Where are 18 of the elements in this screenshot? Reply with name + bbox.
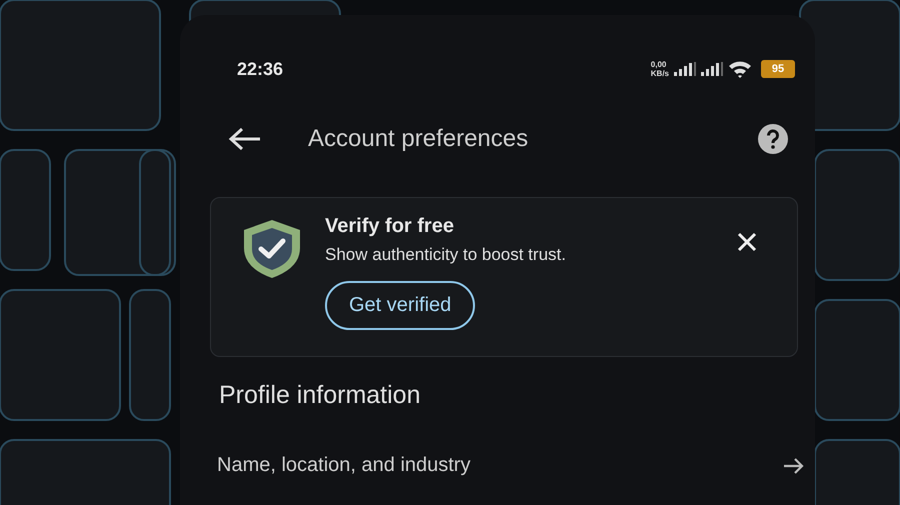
data-rate: 0,00 (650, 60, 668, 69)
data-rate-unit: KB/s (650, 69, 669, 78)
settings-row[interactable]: Name, location, and industry (217, 454, 805, 477)
screen-title: Account preferences (308, 125, 530, 153)
arrow-right-icon (783, 456, 805, 474)
banner-title: Verify for free (325, 215, 455, 238)
back-arrow-icon[interactable] (228, 126, 262, 152)
signal-icon (674, 62, 696, 76)
section-heading: Profile information (219, 381, 420, 410)
shield-check-icon (241, 218, 303, 280)
signal-icon (701, 62, 723, 76)
status-time: 22:36 (237, 58, 284, 80)
wifi-icon (728, 60, 752, 78)
get-verified-button[interactable]: Get verified (325, 281, 476, 330)
help-icon[interactable] (758, 124, 788, 154)
battery-icon: 95 (761, 60, 795, 78)
banner-text: Show authenticity to boost trust. (325, 245, 567, 265)
close-icon[interactable] (737, 232, 757, 252)
